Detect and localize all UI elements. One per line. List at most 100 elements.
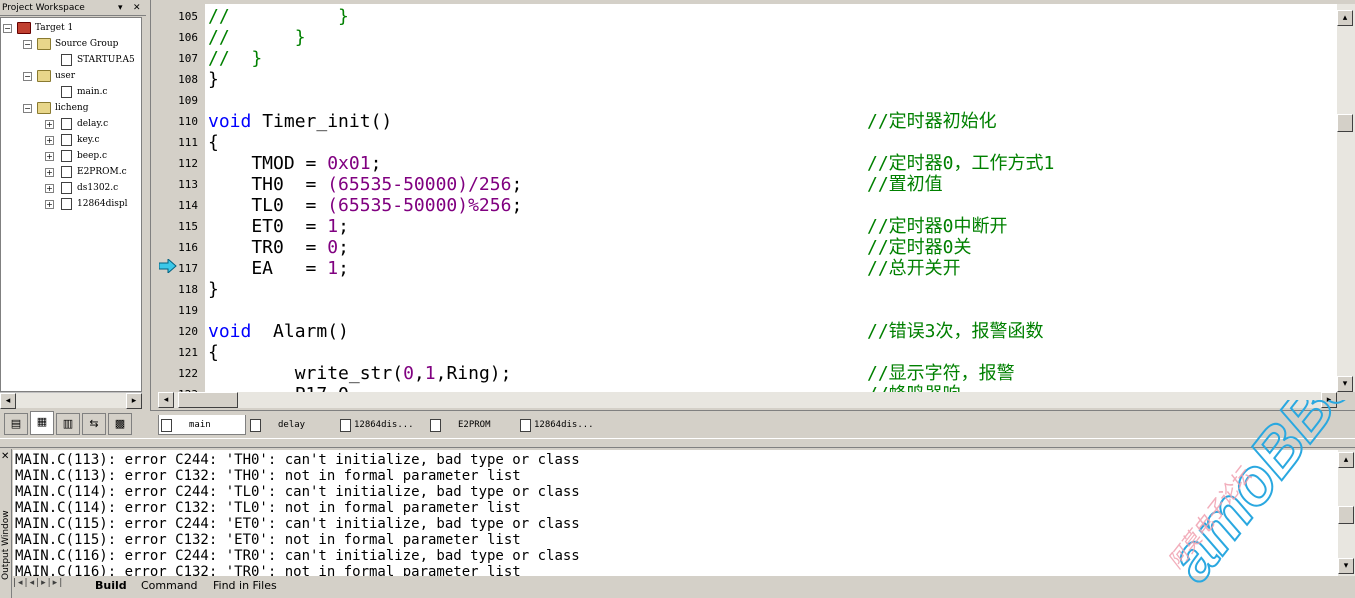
out-scroll-down-icon[interactable]: ▾ (1338, 558, 1354, 574)
collapse-icon[interactable]: − (23, 104, 32, 113)
output-vertical-scrollbar[interactable]: ▴ ▾ (1338, 450, 1355, 576)
code-line[interactable]: write_str(0,1,Ring); (208, 363, 512, 384)
line-number: 115 (178, 220, 198, 233)
output-line[interactable]: MAIN.C(116): error C244: 'TR0': can't in… (15, 548, 580, 564)
expand-icon[interactable]: + (45, 168, 54, 177)
expand-icon[interactable]: + (45, 152, 54, 161)
editor-tab[interactable]: 12864dis... (338, 415, 426, 435)
files-tab-icon[interactable]: ▤ (4, 413, 28, 435)
workspace-horizontal-scrollbar[interactable]: ◂ ▸ (0, 392, 142, 409)
code-token: ET0 = (208, 216, 328, 237)
tree-item-label: E2PROM.c (77, 167, 127, 177)
build-output-log[interactable]: MAIN.C(113): error C244: 'TH0': can't in… (13, 450, 1338, 576)
document-icon (520, 419, 531, 432)
collapse-icon[interactable]: − (23, 40, 32, 49)
output-tab[interactable]: Find in Files (213, 577, 277, 595)
code-line[interactable]: { (208, 132, 219, 153)
code-token: TH0 = (208, 174, 328, 195)
output-tab[interactable]: Build (95, 577, 127, 595)
output-close-icon[interactable]: ✕ (1, 451, 9, 462)
code-token: ; (511, 195, 523, 216)
output-line[interactable]: MAIN.C(114): error C132: 'TL0': not in f… (15, 500, 521, 516)
expand-icon[interactable]: + (45, 200, 54, 209)
scroll-left-icon[interactable]: ◂ (0, 393, 16, 409)
line-number: 119 (178, 304, 198, 317)
out-scroll-up-icon[interactable]: ▴ (1338, 452, 1354, 468)
code-token: { (208, 132, 219, 153)
hscroll-thumb[interactable] (178, 392, 238, 408)
code-line[interactable]: // } (208, 48, 262, 69)
number-token: 1 (424, 363, 436, 384)
scroll-right-icon[interactable]: ▸ (126, 393, 142, 409)
splitter[interactable] (0, 438, 1355, 448)
folder-icon (37, 102, 51, 114)
scroll-down-icon[interactable]: ▾ (1337, 376, 1353, 392)
code-line[interactable]: TH0 = (65535-50000)/256; (208, 174, 522, 195)
code-line[interactable]: EA = 1; (208, 258, 349, 279)
line-comment: //定时器0关 (867, 237, 972, 258)
comment-token: // } (208, 48, 263, 69)
number-token: (65535-50000)/256 (327, 174, 512, 195)
code-token: write_str( (208, 363, 404, 384)
regs-tab-icon[interactable]: ▦ (30, 411, 54, 435)
editor-tab[interactable]: delay (248, 415, 336, 435)
output-line[interactable]: MAIN.C(114): error C244: 'TL0': can't in… (15, 484, 580, 500)
tab-nav-arrows-icon[interactable]: |◂|◂|▸|▸| (13, 578, 64, 588)
expand-icon[interactable]: + (45, 120, 54, 129)
hscroll-right-icon[interactable]: ▸ (1321, 392, 1337, 408)
expand-icon[interactable]: + (45, 184, 54, 193)
code-token: TMOD = (208, 153, 328, 174)
output-line[interactable]: MAIN.C(113): error C132: 'TH0': not in f… (15, 468, 521, 484)
code-line[interactable]: // } (208, 6, 349, 27)
close-icon[interactable]: ✕ (133, 0, 141, 16)
folder-icon (37, 38, 51, 50)
expand-icon[interactable]: + (45, 136, 54, 145)
file-icon (61, 198, 72, 210)
scroll-thumb[interactable] (1337, 114, 1353, 132)
code-line[interactable]: TMOD = 0x01; (208, 153, 381, 174)
line-comment: //蜂鸣器响 (867, 384, 961, 392)
editor-vertical-scrollbar[interactable]: ▴ ▾ (1337, 4, 1355, 392)
line-comment: //显示字符，报警 (867, 363, 1015, 384)
code-line[interactable]: void Alarm() (208, 321, 349, 342)
templates-tab-icon[interactable]: ▩ (108, 413, 132, 435)
output-tab[interactable]: Command (141, 577, 198, 595)
books-tab-icon[interactable]: ▥ (56, 413, 80, 435)
line-number: 107 (178, 52, 198, 65)
output-line[interactable]: MAIN.C(116): error C132: 'TR0': not in f… (15, 564, 521, 576)
out-scroll-thumb[interactable] (1338, 506, 1354, 524)
code-line[interactable]: } (208, 69, 219, 90)
output-line[interactable]: MAIN.C(115): error C132: 'ET0': not in f… (15, 532, 521, 548)
line-comment: //定时器0中断开 (867, 216, 1008, 237)
comment-token: // } (208, 6, 349, 27)
collapse-icon[interactable]: − (3, 24, 12, 33)
code-line[interactable]: } (208, 279, 219, 300)
tree-item-label: licheng (55, 103, 89, 113)
output-line[interactable]: MAIN.C(113): error C244: 'TH0': can't in… (15, 452, 580, 468)
code-token: ,Ring); (435, 363, 512, 384)
editor-horizontal-scrollbar[interactable]: ◂ ▸ (158, 392, 1337, 408)
code-token: { (208, 342, 219, 363)
editor-tab[interactable]: 12864dis... (518, 415, 608, 435)
editor-tab[interactable]: main (158, 415, 246, 435)
code-line[interactable]: void Timer_init() (208, 111, 392, 132)
code-line[interactable]: P17=0 (208, 384, 349, 392)
dropdown-icon[interactable]: ▾ (118, 0, 123, 16)
output-window-title: Output Window (1, 510, 11, 580)
hscroll-left-icon[interactable]: ◂ (158, 392, 174, 408)
code-line[interactable]: TR0 = 0; (208, 237, 349, 258)
functions-tab-icon[interactable]: ⇆ (82, 413, 106, 435)
code-editor[interactable]: // }// }// }} void Timer_init()//定时器初始化{ … (205, 4, 1337, 392)
code-line[interactable]: { (208, 342, 219, 363)
editor-tab[interactable]: E2PROM (428, 415, 516, 435)
code-line[interactable]: ET0 = 1; (208, 216, 349, 237)
code-token: ; (511, 174, 523, 195)
code-line[interactable]: // } (208, 27, 306, 48)
line-number: 113 (178, 178, 198, 191)
line-comment: //定时器0，工作方式1 (867, 153, 1055, 174)
code-line[interactable]: TL0 = (65535-50000)%256; (208, 195, 522, 216)
collapse-icon[interactable]: − (23, 72, 32, 81)
line-number: 106 (178, 31, 198, 44)
scroll-up-icon[interactable]: ▴ (1337, 10, 1353, 26)
output-line[interactable]: MAIN.C(115): error C244: 'ET0': can't in… (15, 516, 580, 532)
